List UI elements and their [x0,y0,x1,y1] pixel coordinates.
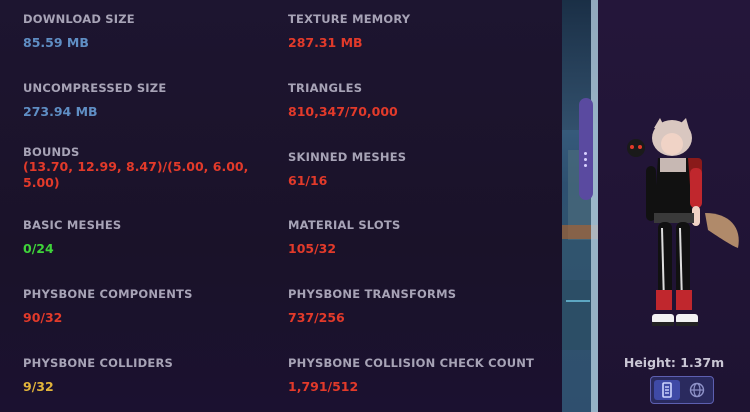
stat-physbone-colliders: PHYSBONE COLLIDERS 9/32 [23,356,173,395]
stat-label: TEXTURE MEMORY [288,12,411,26]
stat-label: SKINNED MESHES [288,150,407,164]
performance-icon [662,382,672,398]
stat-material-slots: MATERIAL SLOTS 105/32 [288,218,400,257]
world-background-strip [562,0,598,412]
stat-value: 105/32 [288,241,337,256]
globe-view-button[interactable] [684,380,710,400]
stat-value: 9/32 [23,379,54,394]
stat-skinned-meshes: SKINNED MESHES 61/16 [288,150,406,189]
stat-triangles: TRIANGLES 810,347/70,000 [288,81,398,120]
stat-label: PHYSBONE COLLIDERS [23,356,173,370]
stat-value: 737/256 [288,310,345,325]
stat-value: 85.59 MB [23,35,89,50]
grip-icon [584,152,588,170]
stat-value: 90/32 [23,310,63,325]
avatar-height-label: Height: 1.37m [623,355,725,370]
stat-label: PHYSBONE COMPONENTS [23,287,193,301]
stat-label: UNCOMPRESSED SIZE [23,81,167,95]
stat-value: 61/16 [288,173,328,188]
scrollbar-handle[interactable] [579,98,593,200]
stat-label: TRIANGLES [288,81,363,95]
stat-basic-meshes: BASIC MESHES 0/24 [23,218,121,257]
stat-bounds: BOUNDS (13.70, 12.99, 8.47)/(5.00, 6.00,… [23,145,278,191]
stat-label: PHYSBONE TRANSFORMS [288,287,457,301]
stat-value: 1,791/512 [288,379,359,394]
stat-physbone-collision-check-count: PHYSBONE COLLISION CHECK COUNT 1,791/512 [288,356,534,395]
stat-physbone-transforms: PHYSBONE TRANSFORMS 737/256 [288,287,456,326]
stat-value: 273.94 MB [23,104,98,119]
stat-uncompressed-size: UNCOMPRESSED SIZE 273.94 MB [23,81,166,120]
performance-stats-panel: DOWNLOAD SIZE 85.59 MB TEXTURE MEMORY 28… [0,0,562,412]
stat-value: 287.31 MB [288,35,363,50]
stat-physbone-components: PHYSBONE COMPONENTS 90/32 [23,287,193,326]
stat-value: 810,347/70,000 [288,104,398,119]
panel-divider [591,0,598,412]
performance-view-button[interactable] [654,380,680,400]
avatar-preview[interactable] [598,0,750,412]
preview-view-toggle[interactable] [650,376,714,404]
stat-texture-memory: TEXTURE MEMORY 287.31 MB [288,12,410,51]
globe-icon [689,382,705,398]
stat-download-size: DOWNLOAD SIZE 85.59 MB [23,12,135,51]
stat-value: 0/24 [23,241,54,256]
avatar-model [627,118,739,326]
stat-label: BOUNDS [23,145,80,159]
stat-value: (13.70, 12.99, 8.47)/(5.00, 6.00, 5.00) [23,159,249,190]
stat-label: DOWNLOAD SIZE [23,12,135,26]
stat-label: MATERIAL SLOTS [288,218,401,232]
stat-label: PHYSBONE COLLISION CHECK COUNT [288,356,535,370]
stat-label: BASIC MESHES [23,218,122,232]
